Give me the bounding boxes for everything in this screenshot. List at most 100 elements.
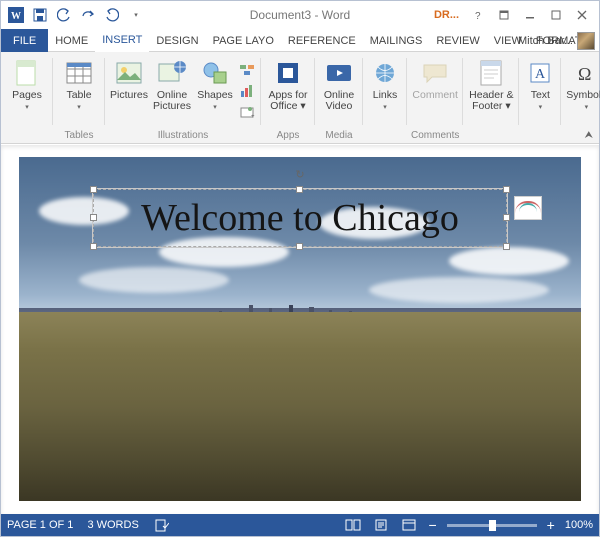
resize-handle[interactable] <box>90 186 97 193</box>
shapes-icon <box>200 58 230 88</box>
qat-customize-icon[interactable]: ▾ <box>125 4 147 26</box>
symbols-icon: Ω <box>571 58 600 88</box>
table-button[interactable]: Table▾ <box>57 56 101 113</box>
online-pictures-icon <box>157 58 187 88</box>
online-video-button[interactable]: Online Video <box>319 56 359 112</box>
svg-text:+: + <box>251 114 255 119</box>
text-box-content[interactable]: Welcome to Chicago <box>141 196 459 240</box>
design-badge[interactable]: DR... <box>434 9 459 21</box>
group-media: Online Video Media <box>315 52 363 143</box>
group-illustrations: Pictures Online Pictures Shapes▾ + Illus… <box>105 52 261 143</box>
zoom-slider[interactable] <box>447 524 537 527</box>
read-mode-icon[interactable] <box>344 518 362 532</box>
status-words[interactable]: 3 WORDS <box>87 519 138 531</box>
svg-text:W: W <box>11 11 21 22</box>
group-label: Tables <box>57 127 101 143</box>
save-icon[interactable] <box>29 4 51 26</box>
avatar[interactable] <box>577 32 595 50</box>
header-footer-button[interactable]: Header & Footer ▾ <box>467 56 515 112</box>
quick-access-toolbar: W ▾ <box>1 4 147 26</box>
header-footer-icon <box>476 58 506 88</box>
resize-handle[interactable] <box>90 214 97 221</box>
text-button[interactable]: A Text▾ <box>523 56 557 113</box>
table-icon <box>64 58 94 88</box>
tab-page-layout[interactable]: PAGE LAYO <box>206 29 281 52</box>
close-icon[interactable] <box>569 4 595 26</box>
apps-for-office-button[interactable]: Apps for Office ▾ <box>265 56 311 112</box>
resize-handle[interactable] <box>296 186 303 193</box>
ribbon-tabs: FILE HOME INSERT DESIGN PAGE LAYO REFERE… <box>1 29 599 52</box>
pages-icon <box>12 58 42 88</box>
shapes-label: Shapes <box>197 89 233 101</box>
svg-text:Ω: Ω <box>578 64 591 84</box>
text-box[interactable]: ↻ Welcome to Chicago <box>93 189 507 247</box>
text-icon: A <box>525 58 555 88</box>
tab-review[interactable]: REVIEW <box>429 29 486 52</box>
rotate-handle-icon[interactable]: ↻ <box>292 166 308 182</box>
pictures-button[interactable]: Pictures <box>109 56 149 112</box>
links-button[interactable]: Links▾ <box>367 56 403 113</box>
shapes-button[interactable]: Shapes▾ <box>195 56 235 113</box>
tab-insert[interactable]: INSERT <box>95 29 149 52</box>
pages-button[interactable]: Pages▾ <box>5 56 49 113</box>
zoom-level[interactable]: 100% <box>565 519 593 531</box>
group-header-footer: Header & Footer ▾ <box>463 52 519 143</box>
pages-label: Pages <box>12 89 42 101</box>
tab-design[interactable]: DESIGN <box>149 29 205 52</box>
text-label: Text <box>531 89 550 101</box>
ribbon-display-icon[interactable] <box>491 4 517 26</box>
online-pictures-button[interactable]: Online Pictures <box>151 56 193 112</box>
title-bar: W ▾ Document3 - Word DR... ? <box>1 1 599 29</box>
group-label <box>523 127 557 143</box>
page: ↻ Welcome to Chicago <box>19 157 581 501</box>
group-label <box>367 127 403 143</box>
table-label: Table <box>66 89 91 101</box>
web-layout-icon[interactable] <box>400 518 418 532</box>
user-name[interactable]: Mitch Bar... <box>518 35 573 47</box>
links-icon <box>370 58 400 88</box>
redo-icon[interactable] <box>77 4 99 26</box>
resize-handle[interactable] <box>503 186 510 193</box>
group-text: A Text▾ <box>519 52 561 143</box>
document-area[interactable]: ↻ Welcome to Chicago <box>1 145 599 514</box>
print-layout-icon[interactable] <box>372 518 390 532</box>
word-app-icon[interactable]: W <box>5 4 27 26</box>
ribbon: Pages▾ Table▾ Tables Pictures Online Pic… <box>1 52 599 144</box>
file-tab[interactable]: FILE <box>1 29 48 52</box>
collapse-ribbon-icon[interactable]: ⮝ <box>585 130 594 141</box>
maximize-icon[interactable] <box>543 4 569 26</box>
resize-handle[interactable] <box>90 243 97 250</box>
group-apps: Apps for Office ▾ Apps <box>261 52 315 143</box>
help-icon[interactable]: ? <box>465 4 491 26</box>
screenshot-button[interactable]: + <box>237 102 257 122</box>
spellcheck-icon[interactable] <box>153 518 171 532</box>
header-footer-label: Header & Footer ▾ <box>467 90 515 112</box>
group-label <box>467 127 515 143</box>
tab-mailings[interactable]: MAILINGS <box>363 29 430 52</box>
group-label: Comments <box>411 127 459 143</box>
group-pages: Pages▾ <box>1 52 53 143</box>
resize-handle[interactable] <box>503 243 510 250</box>
status-page[interactable]: PAGE 1 OF 1 <box>7 519 73 531</box>
pictures-label: Pictures <box>110 90 148 112</box>
undo-dropdown-icon[interactable] <box>101 4 123 26</box>
comment-button: Comment <box>411 56 459 112</box>
resize-handle[interactable] <box>296 243 303 250</box>
zoom-out-button[interactable]: − <box>428 520 436 530</box>
undo-icon[interactable] <box>53 4 75 26</box>
tab-reference[interactable]: REFERENCE <box>281 29 363 52</box>
apps-label: Apps for Office ▾ <box>265 90 311 112</box>
minimize-icon[interactable] <box>517 4 543 26</box>
group-tables: Table▾ Tables <box>53 52 105 143</box>
online-pictures-label: Online Pictures <box>151 90 193 112</box>
smartart-button[interactable] <box>237 60 257 80</box>
zoom-in-button[interactable]: + <box>547 520 555 530</box>
layout-options-icon <box>519 203 537 213</box>
resize-handle[interactable] <box>503 214 510 221</box>
video-label: Online Video <box>319 90 359 112</box>
layout-options-button[interactable] <box>514 196 542 220</box>
symbols-button[interactable]: Ω Symbols▾ <box>565 56 600 113</box>
video-icon <box>324 58 354 88</box>
chart-button[interactable] <box>237 81 257 101</box>
tab-home[interactable]: HOME <box>48 29 95 52</box>
